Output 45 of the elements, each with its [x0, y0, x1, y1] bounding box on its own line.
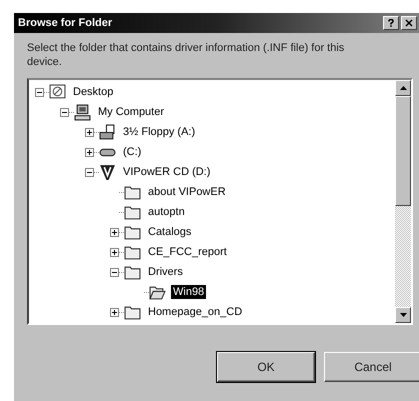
expand-icon[interactable]: [110, 228, 119, 236]
tree-item[interactable]: Desktop: [71, 85, 116, 99]
cancel-button[interactable]: Cancel: [324, 352, 419, 382]
window-title: Browse for Folder: [18, 17, 114, 29]
tree-item[interactable]: Win98: [171, 285, 206, 299]
collapse-icon[interactable]: [110, 268, 119, 276]
tree-item[interactable]: VIPowER CD (D:): [121, 165, 212, 179]
ok-button[interactable]: OK: [217, 352, 315, 382]
scroll-up-button[interactable]: [395, 80, 411, 96]
folder-icon: [124, 184, 141, 200]
folder-icon: [124, 204, 141, 220]
computer-icon: [74, 104, 91, 120]
collapse-icon[interactable]: [60, 108, 69, 116]
floppy-drive-icon: [99, 124, 116, 140]
scrollbar[interactable]: [395, 80, 411, 323]
folder-icon: [124, 244, 141, 260]
expand-icon[interactable]: [110, 248, 119, 256]
tree-item[interactable]: Catalogs: [146, 225, 194, 239]
folder-icon: [124, 264, 141, 280]
instruction-text: Select the folder that contains driver information (.INF file) for this device.: [27, 41, 346, 69]
tree-item[interactable]: Drivers: [146, 265, 185, 279]
help-icon: [387, 19, 395, 27]
expand-icon[interactable]: [85, 128, 94, 136]
close-button[interactable]: [401, 16, 417, 30]
open-folder-icon: [149, 284, 166, 300]
up-arrow-icon: [400, 86, 406, 90]
scrollbar-thumb[interactable]: [395, 96, 411, 206]
folder-icon: [124, 224, 141, 240]
tree-item[interactable]: CE_FCC_report: [146, 245, 229, 259]
cd-drive-icon: [99, 164, 116, 180]
help-button[interactable]: [383, 16, 399, 30]
collapse-icon[interactable]: [35, 88, 44, 96]
tree-item[interactable]: (C:): [121, 145, 144, 159]
expand-icon[interactable]: [85, 148, 94, 156]
folder-icon: [124, 304, 141, 320]
collapse-icon[interactable]: [85, 168, 94, 176]
tree-item[interactable]: about VIPowER: [146, 185, 228, 199]
scroll-down-button[interactable]: [395, 307, 411, 323]
tree-item[interactable]: autoptn: [146, 205, 187, 219]
down-arrow-icon: [400, 313, 406, 317]
tree-item[interactable]: My Computer: [96, 105, 166, 119]
tree-item[interactable]: Homepage_on_CD: [146, 305, 244, 319]
tree-item[interactable]: 3½ Floppy (A:): [121, 125, 198, 139]
close-icon: [405, 19, 413, 27]
expand-icon[interactable]: [110, 308, 119, 316]
